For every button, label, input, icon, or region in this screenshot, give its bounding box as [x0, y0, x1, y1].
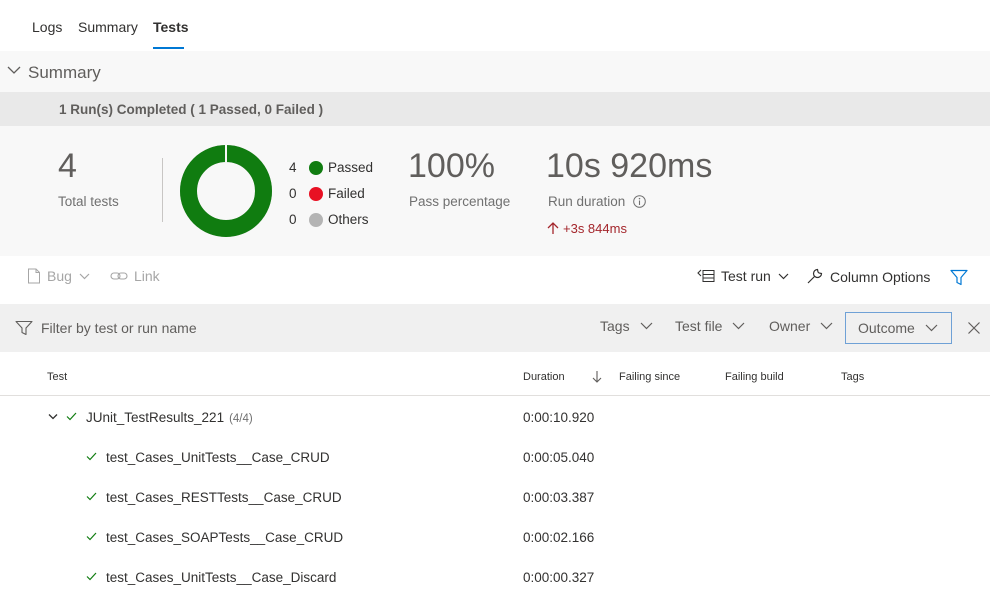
- chevron-down-icon: [79, 273, 90, 279]
- column-options-label: Column Options: [830, 268, 931, 285]
- run-duration-value: 10s 920ms: [546, 147, 713, 185]
- column-header-duration[interactable]: Duration: [523, 371, 565, 383]
- legend-label: Failed: [328, 186, 365, 201]
- legend-dot-failed: [309, 187, 323, 201]
- test-name: test_Cases_RESTTests__Case_CRUD: [106, 490, 342, 505]
- test-file-filter-label: Test file: [675, 318, 723, 334]
- summary-stats: 4 Total tests 4 Passed 0 Failed 0 Others…: [0, 126, 990, 256]
- test-run-label: Test run: [721, 268, 771, 284]
- legend-label: Passed: [328, 160, 374, 175]
- duration-delta: +3s 844ms: [547, 221, 627, 236]
- tags-filter-dropdown[interactable]: Tags: [600, 318, 653, 334]
- legend-passed: 4 Passed: [289, 160, 389, 178]
- test-name: test_Cases_UnitTests__Case_CRUD: [106, 450, 330, 465]
- link-icon: [110, 272, 128, 280]
- test-name: test_Cases_UnitTests__Case_Discard: [106, 570, 337, 585]
- run-duration-label: Run duration: [548, 194, 626, 209]
- donut-passed-segment: [180, 145, 272, 237]
- column-options-button[interactable]: Column Options: [806, 268, 930, 285]
- column-header-test[interactable]: Test: [47, 371, 67, 383]
- chevron-down-icon[interactable]: [48, 413, 58, 421]
- legend-dot-others: [309, 213, 323, 227]
- results-grid-header: Test Duration Failing since Failing buil…: [0, 352, 990, 396]
- pass-percentage-label: Pass percentage: [409, 194, 511, 209]
- column-header-failing-since[interactable]: Failing since: [619, 371, 680, 383]
- total-tests-label: Total tests: [58, 194, 119, 209]
- test-duration: 0:00:00.327: [523, 570, 595, 585]
- arrow-down-icon[interactable]: [592, 370, 602, 383]
- chevron-down-icon: [820, 322, 833, 330]
- tags-filter-label: Tags: [600, 318, 630, 334]
- tab-tests[interactable]: Tests: [153, 19, 189, 35]
- results-toolbar: Bug Link Test run Column Options: [0, 256, 990, 304]
- legend-label: Others: [328, 212, 369, 227]
- check-icon: [66, 412, 77, 421]
- owner-filter-dropdown[interactable]: Owner: [769, 318, 833, 334]
- check-icon: [86, 532, 97, 541]
- info-icon[interactable]: [633, 195, 646, 208]
- filter-search-input[interactable]: Filter by test or run name: [15, 318, 315, 338]
- duration-delta-text: +3s 844ms: [563, 221, 627, 236]
- pass-percentage-value: 100%: [408, 147, 495, 185]
- tab-bar: Logs Summary Tests: [0, 0, 990, 51]
- filter-icon: [15, 320, 33, 336]
- chevron-down-icon: [640, 322, 653, 330]
- legend-failed: 0 Failed: [289, 186, 389, 204]
- test-run-group-button[interactable]: Test run: [697, 268, 789, 284]
- link-button[interactable]: Link: [110, 268, 160, 284]
- tab-summary[interactable]: Summary: [78, 19, 138, 35]
- chevron-down-icon: [778, 273, 789, 279]
- arrow-up-icon: [547, 222, 559, 234]
- filter-bar: Filter by test or run name Tags Test fil…: [0, 304, 990, 352]
- active-tab-indicator: [153, 47, 184, 49]
- stats-divider: [162, 158, 163, 222]
- total-tests-value: 4: [58, 147, 77, 185]
- chevron-down-icon: [925, 324, 938, 332]
- legend-count: 0: [289, 186, 297, 201]
- table-row[interactable]: test_Cases_UnitTests__Case_Discard 0:00:…: [0, 557, 990, 597]
- check-icon: [86, 492, 97, 501]
- summary-section-header[interactable]: Summary: [0, 51, 990, 92]
- summary-title: Summary: [28, 63, 101, 82]
- filter-search-placeholder: Filter by test or run name: [41, 320, 197, 336]
- chevron-down-icon: [733, 322, 745, 330]
- group-count: (4/4): [229, 413, 253, 425]
- test-run-group-row[interactable]: JUnit_TestResults_221 (4/4) 0:00:10.920: [0, 397, 990, 437]
- filter-icon[interactable]: [950, 269, 968, 286]
- column-header-tags[interactable]: Tags: [841, 371, 864, 383]
- legend-count: 4: [289, 160, 297, 175]
- bug-label: Bug: [47, 268, 72, 284]
- table-row[interactable]: test_Cases_UnitTests__Case_CRUD 0:00:05.…: [0, 437, 990, 477]
- runs-completed-text: 1 Run(s) Completed ( 1 Passed, 0 Failed …: [59, 102, 324, 117]
- table-row[interactable]: test_Cases_RESTTests__Case_CRUD 0:00:03.…: [0, 477, 990, 517]
- group-name: JUnit_TestResults_221 (4/4): [86, 410, 253, 425]
- legend-others: 0 Others: [289, 212, 389, 230]
- test-duration: 0:00:03.387: [523, 490, 595, 505]
- runs-completed-bar: 1 Run(s) Completed ( 1 Passed, 0 Failed …: [0, 92, 990, 126]
- group-duration: 0:00:10.920: [523, 410, 595, 425]
- close-icon[interactable]: [967, 321, 981, 335]
- test-duration: 0:00:05.040: [523, 450, 595, 465]
- legend-dot-passed: [309, 161, 323, 175]
- wrench-icon: [807, 268, 823, 284]
- chevron-down-icon[interactable]: [7, 63, 21, 77]
- list-icon: [697, 269, 715, 282]
- test-file-filter-dropdown[interactable]: Test file: [675, 318, 745, 334]
- group-name-text: JUnit_TestResults_221: [86, 410, 225, 425]
- outcome-filter-label: Outcome: [858, 320, 915, 336]
- outcome-donut-chart: [180, 145, 272, 237]
- table-row[interactable]: test_Cases_SOAPTests__Case_CRUD 0:00:02.…: [0, 517, 990, 557]
- legend-count: 0: [289, 212, 297, 227]
- outcome-filter-dropdown[interactable]: Outcome: [845, 312, 952, 344]
- bug-button[interactable]: Bug: [27, 268, 90, 284]
- check-icon: [86, 572, 97, 581]
- column-header-failing-build[interactable]: Failing build: [725, 371, 784, 383]
- link-label: Link: [134, 268, 160, 284]
- test-duration: 0:00:02.166: [523, 530, 595, 545]
- document-icon: [28, 268, 40, 284]
- check-icon: [86, 452, 97, 461]
- owner-filter-label: Owner: [769, 318, 811, 334]
- tab-logs[interactable]: Logs: [32, 19, 62, 35]
- test-name: test_Cases_SOAPTests__Case_CRUD: [106, 530, 344, 545]
